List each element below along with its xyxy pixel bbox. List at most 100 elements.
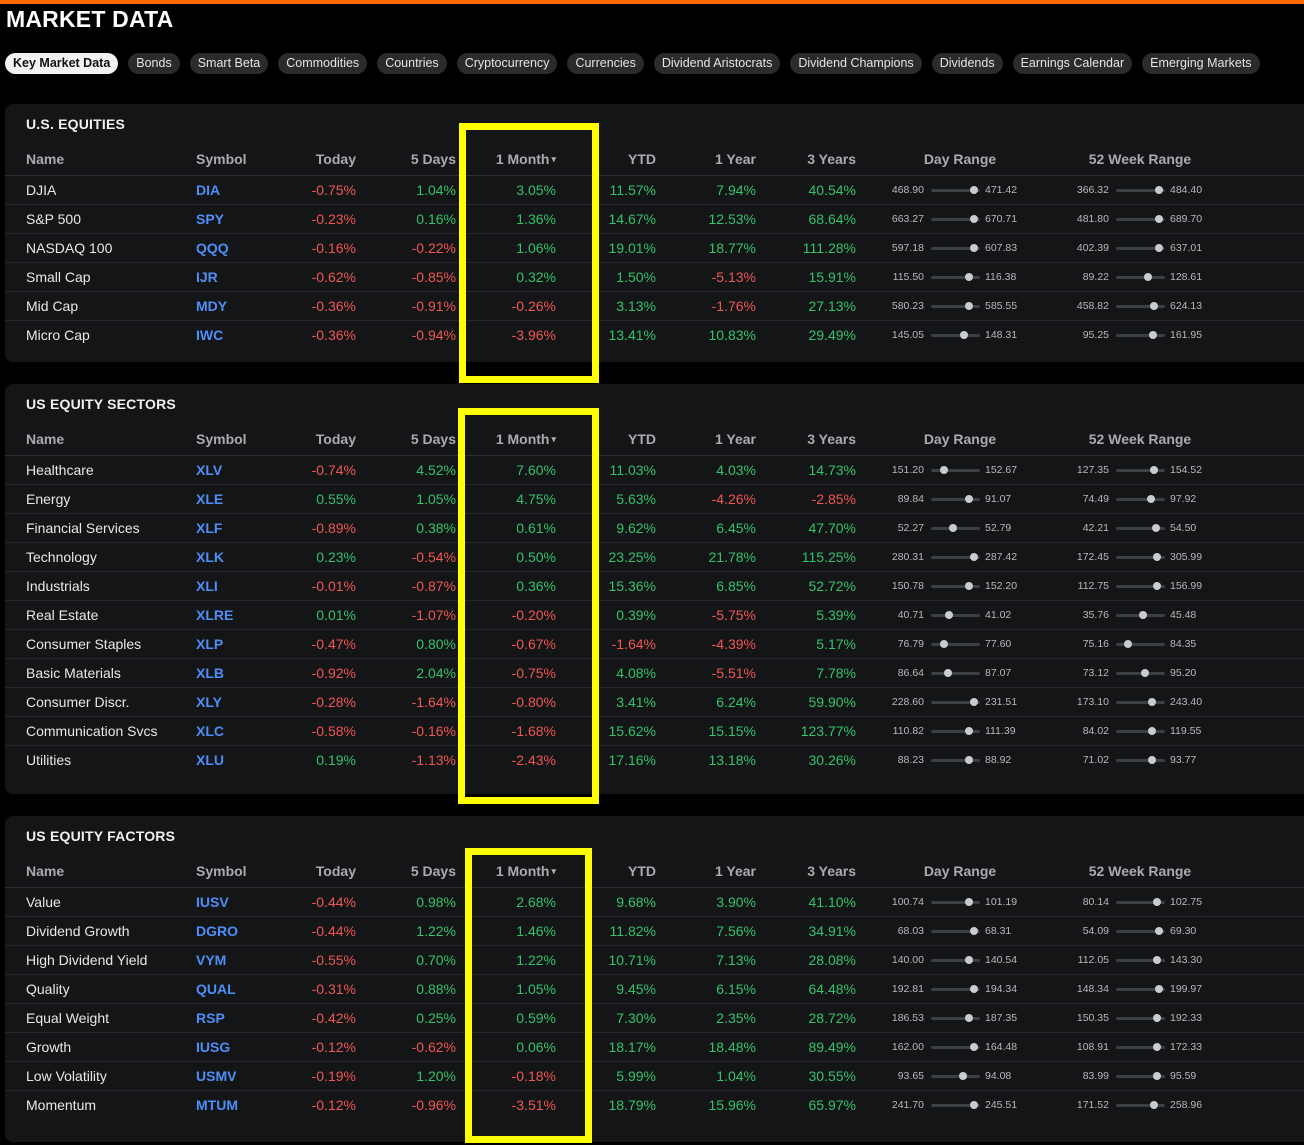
row-symbol-link[interactable]: RSP — [196, 1004, 225, 1033]
column-header-52-week-range[interactable]: 52 Week Range — [1065, 144, 1215, 175]
row-symbol-link[interactable]: DGRO — [196, 917, 238, 946]
tab-dividend-aristocrats[interactable]: Dividend Aristocrats — [653, 53, 781, 74]
range-high: 148.31 — [985, 329, 1018, 341]
table-row[interactable]: Micro Cap IWC -0.36% -0.94% -3.96% 13.41% 10.8… — [5, 321, 1304, 349]
range-low: 110.82 — [892, 725, 924, 737]
column-header-today[interactable]: Today — [255, 144, 356, 175]
tab-cryptocurrency[interactable]: Cryptocurrency — [456, 53, 558, 74]
column-header-symbol[interactable]: Symbol — [196, 144, 247, 175]
column-header-3-years[interactable]: 3 Years — [756, 424, 856, 455]
row-symbol-link[interactable]: USMV — [196, 1062, 236, 1091]
row-symbol-link[interactable]: XLK — [196, 543, 224, 572]
column-header-5-days[interactable]: 5 Days — [356, 856, 456, 887]
row-symbol-link[interactable]: QQQ — [196, 234, 229, 263]
column-header-today[interactable]: Today — [255, 424, 356, 455]
row-symbol-link[interactable]: IWC — [196, 321, 223, 350]
table-row[interactable]: Consumer Staples XLP -0.47% 0.80% -0.67% -1.6… — [5, 630, 1304, 659]
row-symbol-link[interactable]: XLE — [196, 485, 223, 514]
row-symbol-link[interactable]: XLRE — [196, 601, 233, 630]
table-row[interactable]: Dividend Growth DGRO -0.44% 1.22% 1.46% 11.82… — [5, 917, 1304, 946]
table-row[interactable]: Value IUSV -0.44% 0.98% 2.68% 9.68% 3.90% 41.10… — [5, 888, 1304, 917]
table-row[interactable]: Communication Svcs XLC -0.58% -0.16% -1.68% 1… — [5, 717, 1304, 746]
table-row[interactable]: Momentum MTUM -0.12% -0.96% -3.51% 18.79% 15.9… — [5, 1091, 1304, 1119]
table-row[interactable]: High Dividend Yield VYM -0.55% 0.70% 1.22% 10… — [5, 946, 1304, 975]
column-header-day-range[interactable]: Day Range — [895, 144, 1025, 175]
row-symbol-link[interactable]: XLI — [196, 572, 218, 601]
row-symbol-link[interactable]: VYM — [196, 946, 226, 975]
row-symbol-link[interactable]: SPY — [196, 205, 224, 234]
tab-dividend-champions[interactable]: Dividend Champions — [790, 53, 922, 74]
table-row[interactable]: Growth IUSG -0.12% -0.62% 0.06% 18.17% 18.48% 8… — [5, 1033, 1304, 1062]
row-symbol-link[interactable]: IUSV — [196, 888, 229, 917]
column-header-day-range[interactable]: Day Range — [895, 856, 1025, 887]
column-header-5-days[interactable]: 5 Days — [356, 424, 456, 455]
column-header-3-years[interactable]: 3 Years — [756, 856, 856, 887]
row-symbol-link[interactable]: IJR — [196, 263, 218, 292]
column-header-1-year[interactable]: 1 Year — [656, 144, 756, 175]
tab-countries[interactable]: Countries — [377, 53, 447, 74]
table-row[interactable]: Healthcare XLV -0.74% 4.52% 7.60% 11.03% 4.03%… — [5, 456, 1304, 485]
row-3-years: 28.08% — [808, 952, 856, 968]
column-header-name[interactable]: Name — [26, 424, 64, 455]
table-row[interactable]: Basic Materials XLB -0.92% 2.04% -0.75% 4.08%… — [5, 659, 1304, 688]
tab-dividends[interactable]: Dividends — [931, 53, 1003, 74]
row-today: -0.01% — [311, 578, 356, 594]
table-row[interactable]: NASDAQ 100 QQQ -0.16% -0.22% 1.06% 19.01% 18.7… — [5, 234, 1304, 263]
row-symbol-link[interactable]: XLC — [196, 717, 224, 746]
row-symbol-link[interactable]: QUAL — [196, 975, 236, 1004]
table-row[interactable]: S&P 500 SPY -0.23% 0.16% 1.36% 14.67% 12.53% 68… — [5, 205, 1304, 234]
table-row[interactable]: Utilities XLU 0.19% -1.13% -2.43% 17.16% 13.18… — [5, 746, 1304, 774]
table-row[interactable]: Small Cap IJR -0.62% -0.85% 0.32% 1.50% -5.13%… — [5, 263, 1304, 292]
column-header-52-week-range[interactable]: 52 Week Range — [1065, 856, 1215, 887]
tab-key-market-data[interactable]: Key Market Data — [5, 53, 119, 74]
range-low: 148.34 — [1076, 983, 1109, 995]
range-high: 101.19 — [985, 896, 1018, 908]
row-symbol-link[interactable]: XLY — [196, 688, 222, 717]
table-row[interactable]: Energy XLE 0.55% 1.05% 4.75% 5.63% -4.26% -2.85… — [5, 485, 1304, 514]
row-symbol-link[interactable]: MDY — [196, 292, 227, 321]
row-symbol-link[interactable]: XLF — [196, 514, 222, 543]
range-marker — [970, 1043, 979, 1051]
table-row[interactable]: Low Volatility USMV -0.19% 1.20% -0.18% 5.99%… — [5, 1062, 1304, 1091]
tab-commodities[interactable]: Commodities — [278, 53, 368, 74]
row-symbol-link[interactable]: XLV — [196, 456, 222, 485]
table-row[interactable]: Real Estate XLRE 0.01% -1.07% -0.20% 0.39% -5.… — [5, 601, 1304, 630]
range-low: 402.39 — [1076, 242, 1109, 254]
table-row[interactable]: Mid Cap MDY -0.36% -0.91% -0.26% 3.13% -1.76% 2… — [5, 292, 1304, 321]
row-symbol-link[interactable]: XLU — [196, 746, 224, 775]
row-symbol-link[interactable]: DIA — [196, 176, 220, 205]
row-symbol-link[interactable]: XLB — [196, 659, 224, 688]
column-header-name[interactable]: Name — [26, 856, 64, 887]
table-row[interactable]: DJIA DIA -0.75% 1.04% 3.05% 11.57% 7.94% 40.54%… — [5, 176, 1304, 205]
column-header-name[interactable]: Name — [26, 144, 64, 175]
range-bar — [1116, 186, 1165, 194]
column-header-symbol[interactable]: Symbol — [196, 424, 247, 455]
tab-currencies[interactable]: Currencies — [567, 53, 644, 74]
range-low: 228.60 — [891, 696, 924, 708]
tab-smart-beta[interactable]: Smart Beta — [189, 53, 269, 74]
tab-emerging-markets[interactable]: Emerging Markets — [1142, 53, 1260, 74]
column-header-1-year[interactable]: 1 Year — [656, 424, 756, 455]
tab-earnings-calendar[interactable]: Earnings Calendar — [1012, 53, 1133, 74]
row-1-year: 1.04% — [716, 1068, 756, 1084]
table-row[interactable]: Industrials XLI -0.01% -0.87% 0.36% 15.36% 6.8… — [5, 572, 1304, 601]
range-marker — [964, 273, 973, 281]
column-header-symbol[interactable]: Symbol — [196, 856, 247, 887]
column-header-today[interactable]: Today — [255, 856, 356, 887]
table-row[interactable]: Financial Services XLF -0.89% 0.38% 0.61% 9.6… — [5, 514, 1304, 543]
column-header-day-range[interactable]: Day Range — [895, 424, 1025, 455]
table-row[interactable]: Quality QUAL -0.31% 0.88% 1.05% 9.45% 6.15% 64.… — [5, 975, 1304, 1004]
column-header-3-years[interactable]: 3 Years — [756, 144, 856, 175]
column-header-5-days[interactable]: 5 Days — [356, 144, 456, 175]
column-header-1-year[interactable]: 1 Year — [656, 856, 756, 887]
row-symbol-link[interactable]: XLP — [196, 630, 223, 659]
range-bar — [1116, 215, 1165, 223]
range-low: 192.81 — [891, 983, 924, 995]
table-row[interactable]: Equal Weight RSP -0.42% 0.25% 0.59% 7.30% 2.35… — [5, 1004, 1304, 1033]
row-symbol-link[interactable]: IUSG — [196, 1033, 230, 1062]
tab-bonds[interactable]: Bonds — [128, 53, 180, 74]
table-row[interactable]: Consumer Discr. XLY -0.28% -1.64% -0.80% 3.41… — [5, 688, 1304, 717]
row-symbol-link[interactable]: MTUM — [196, 1091, 238, 1120]
table-row[interactable]: Technology XLK 0.23% -0.54% 0.50% 23.25% 21.78… — [5, 543, 1304, 572]
column-header-52-week-range[interactable]: 52 Week Range — [1065, 424, 1215, 455]
